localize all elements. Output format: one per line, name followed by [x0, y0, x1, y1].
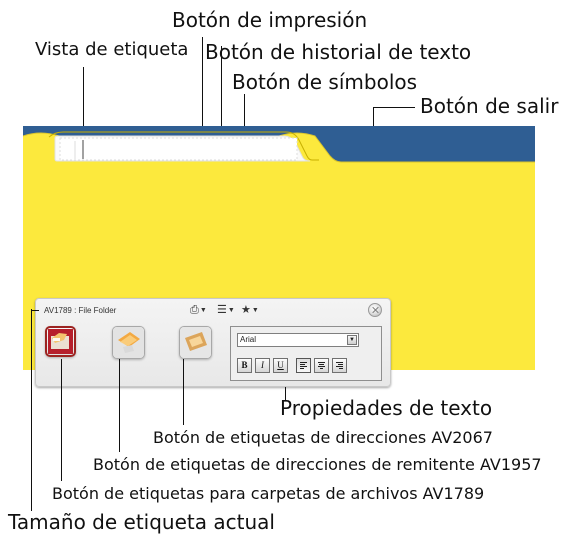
- align-center-button[interactable]: [314, 358, 329, 373]
- chevron-down-icon: ▼: [227, 306, 235, 314]
- label-view-callout: Vista de etiqueta: [35, 39, 189, 60]
- file-folder-labels-callout: Botón de etiquetas para carpetas de arch…: [52, 484, 485, 503]
- address-labels-button[interactable]: [179, 326, 212, 359]
- font-select-value: Arial: [240, 335, 257, 344]
- file-folder-icon: [48, 329, 73, 354]
- align-right-icon: [336, 362, 343, 369]
- text-history-button-callout: Botón de historial de texto: [205, 40, 472, 64]
- address-labels-callout-line: [183, 359, 184, 425]
- text-history-button[interactable]: ☰▼: [217, 305, 235, 316]
- italic-button[interactable]: I: [255, 358, 270, 373]
- return-address-labels-callout: Botón de etiquetas de direcciones de rem…: [93, 455, 542, 474]
- align-right-button[interactable]: [332, 358, 347, 373]
- manual-screenshot-annotation: Botón de impresión Vista de etiqueta Bot…: [0, 0, 565, 541]
- exit-callout-line-horizontal: [373, 107, 415, 108]
- return-address-labels-callout-line: [119, 359, 120, 452]
- star-icon: ★: [241, 304, 251, 316]
- bold-button[interactable]: B: [237, 358, 252, 373]
- current-size-callout-line-horizontal: [31, 310, 39, 311]
- address-labels-callout: Botón de etiquetas de direcciones AV2067: [153, 428, 493, 447]
- align-left-icon: [300, 362, 307, 369]
- file-folder-labels-button[interactable]: [45, 326, 76, 357]
- current-label-size-callout: Tamaño de etiqueta actual: [8, 510, 275, 534]
- address-label-icon: [180, 327, 211, 358]
- return-address-labels-button[interactable]: [112, 326, 145, 359]
- font-select[interactable]: Arial ▼: [237, 333, 359, 347]
- symbols-button[interactable]: ★▼: [241, 305, 259, 316]
- print-button[interactable]: ⎙▼: [190, 305, 207, 316]
- exit-button[interactable]: [368, 303, 382, 317]
- return-address-label-icon: [113, 327, 144, 358]
- align-center-icon: [318, 362, 325, 369]
- history-icon: ☰: [217, 304, 227, 316]
- print-icon: ⎙: [190, 304, 199, 316]
- label-editor-panel: AV1789 : File Folder ⎙▼ ☰▼ ★▼ Arial ▼ B …: [35, 298, 391, 387]
- chevron-down-icon: ▼: [251, 306, 259, 314]
- current-label-size-text: AV1789 : File Folder: [44, 306, 117, 315]
- chevron-down-icon[interactable]: ▼: [347, 335, 357, 345]
- symbols-button-callout: Botón de símbolos: [232, 70, 418, 94]
- file-folder-labels-callout-line: [61, 359, 62, 481]
- text-properties-callout: Propiedades de texto: [280, 396, 493, 420]
- print-button-callout: Botón de impresión: [172, 8, 368, 32]
- chevron-down-icon: ▼: [199, 306, 207, 314]
- align-left-button[interactable]: [296, 358, 311, 373]
- text-properties-panel: Arial ▼ B I U: [230, 326, 382, 381]
- current-size-callout-line-vertical: [31, 309, 32, 511]
- exit-button-callout: Botón de salir: [420, 94, 559, 118]
- underline-button[interactable]: U: [273, 358, 288, 373]
